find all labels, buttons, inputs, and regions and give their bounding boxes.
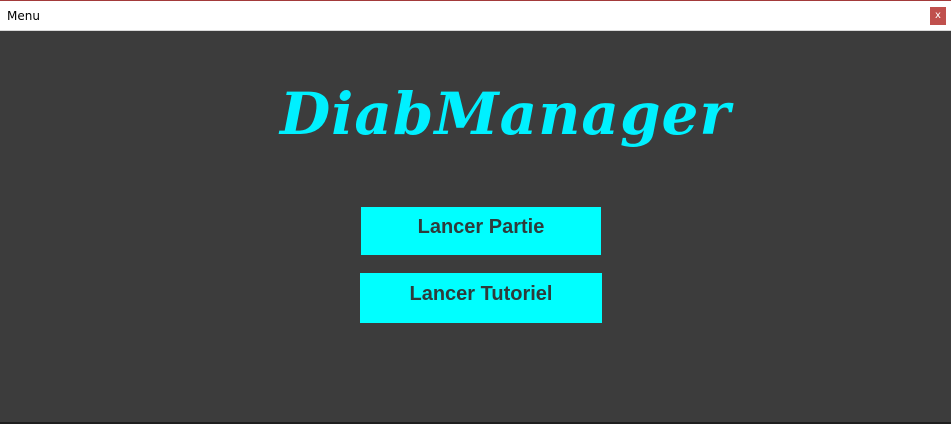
app-logo: DiabManager bbox=[280, 80, 732, 148]
close-button[interactable]: x bbox=[930, 7, 946, 25]
start-tutorial-button[interactable]: Lancer Tutoriel bbox=[360, 273, 602, 323]
menu-window: Menu x DiabManager Lancer Partie Lancer … bbox=[0, 0, 951, 424]
start-game-button[interactable]: Lancer Partie bbox=[361, 207, 601, 255]
window-title: Menu bbox=[7, 9, 40, 23]
title-bar[interactable]: Menu x bbox=[0, 1, 951, 31]
menu-content: DiabManager Lancer Partie Lancer Tutorie… bbox=[0, 31, 951, 424]
